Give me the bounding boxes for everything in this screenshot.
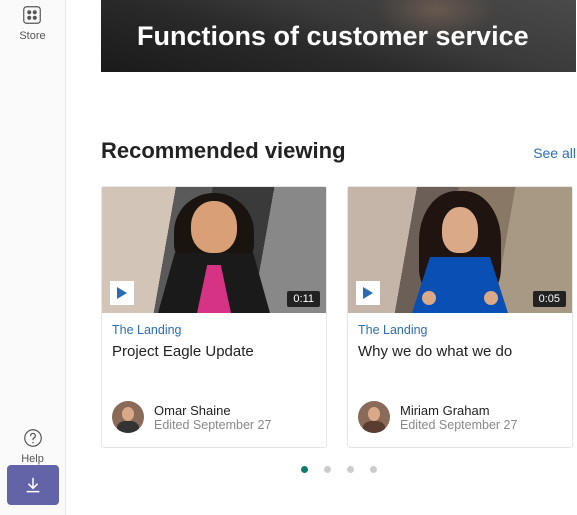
download-button[interactable] xyxy=(7,465,59,505)
avatar xyxy=(112,401,144,433)
hero-title: Functions of customer service xyxy=(137,21,529,52)
author-name: Miriam Graham xyxy=(400,403,517,418)
carousel-dot[interactable] xyxy=(370,466,377,473)
carousel-dots xyxy=(101,466,576,473)
video-thumbnail: 0:05 xyxy=(348,187,572,313)
video-title: Why we do what we do xyxy=(358,343,562,381)
sidebar-item-store[interactable]: Store xyxy=(19,4,45,42)
edited-date: Edited September 27 xyxy=(400,418,517,432)
play-icon xyxy=(356,281,380,305)
duration-badge: 0:11 xyxy=(287,291,320,307)
help-icon xyxy=(22,427,44,449)
avatar xyxy=(358,401,390,433)
sidebar: Store Help xyxy=(0,0,66,515)
video-category: The Landing xyxy=(358,323,562,337)
edited-date: Edited September 27 xyxy=(154,418,271,432)
main-content: Functions of customer service Recommende… xyxy=(66,0,577,515)
video-card[interactable]: 0:11 The Landing Project Eagle Update Om… xyxy=(101,186,327,448)
sidebar-help-label: Help xyxy=(21,453,44,465)
recommended-heading: Recommended viewing xyxy=(101,138,346,164)
author-name: Omar Shaine xyxy=(154,403,271,418)
play-icon xyxy=(110,281,134,305)
video-card[interactable]: 0:05 The Landing Why we do what we do Mi… xyxy=(347,186,573,448)
video-thumbnail: 0:11 xyxy=(102,187,326,313)
video-title: Project Eagle Update xyxy=(112,343,316,381)
sidebar-store-label: Store xyxy=(19,30,45,42)
recommended-header: Recommended viewing See all xyxy=(101,138,576,164)
store-icon xyxy=(21,4,43,26)
sidebar-item-help[interactable]: Help xyxy=(21,427,44,465)
see-all-link[interactable]: See all xyxy=(533,145,576,161)
duration-badge: 0:05 xyxy=(533,291,566,307)
carousel-dot[interactable] xyxy=(301,466,308,473)
hero-banner[interactable]: Functions of customer service xyxy=(101,0,576,72)
download-icon xyxy=(23,475,43,495)
carousel-dot[interactable] xyxy=(347,466,354,473)
video-category: The Landing xyxy=(112,323,316,337)
carousel-dot[interactable] xyxy=(324,466,331,473)
recommended-cards: 0:11 The Landing Project Eagle Update Om… xyxy=(101,186,576,448)
